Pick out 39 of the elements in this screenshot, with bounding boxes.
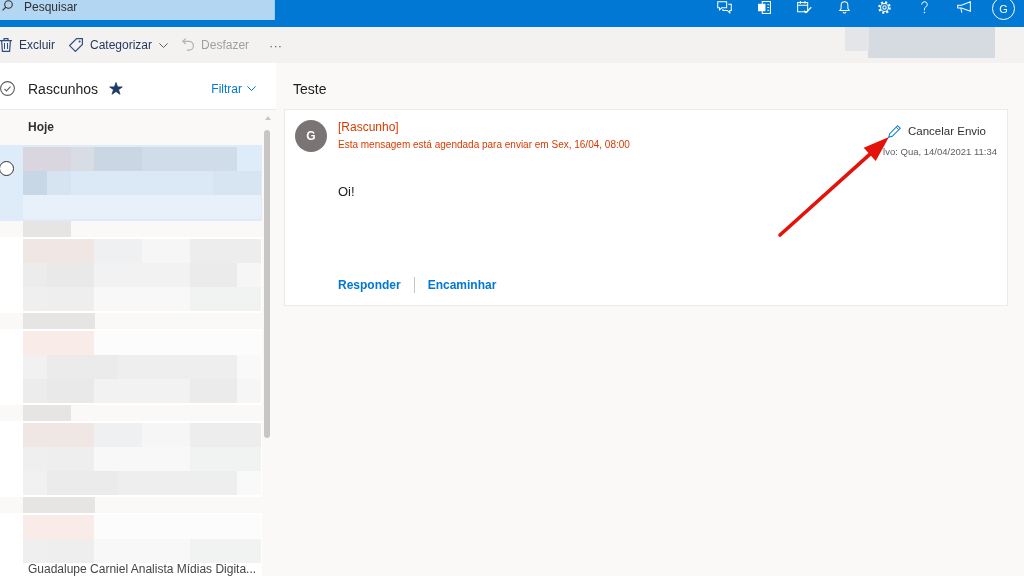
search-field[interactable]: Pesquisar	[0, 0, 275, 20]
tag-icon	[69, 38, 83, 52]
folder-title: Rascunhos	[28, 80, 99, 97]
star-icon[interactable]	[109, 82, 124, 95]
group-header: Hoje	[27, 119, 55, 136]
sender-avatar: G	[295, 120, 327, 152]
calendar-check-icon[interactable]	[796, 1, 812, 14]
cancel-send-button[interactable]: Cancelar Envio	[888, 120, 997, 142]
reply-link[interactable]: Responder	[338, 277, 401, 293]
draft-label: [Rascunho]	[338, 120, 400, 134]
check-circle-icon[interactable]	[0, 81, 15, 96]
bell-icon[interactable]	[838, 1, 850, 14]
message-row[interactable]: Guadalupe Carniel Analista Mídias Digita...	[0, 513, 262, 576]
undo-icon	[182, 38, 195, 52]
pixelated-drawing	[23, 405, 71, 421]
select-radio[interactable]	[0, 161, 14, 176]
settings-icon[interactable]	[877, 1, 891, 14]
pixelated-drawing	[23, 221, 71, 237]
forward-link[interactable]: Encaminhar	[427, 277, 497, 293]
filter-button[interactable]: Filtrar	[211, 81, 256, 96]
chat-icon[interactable]	[716, 1, 732, 14]
pencil-icon	[888, 124, 901, 138]
chevron-down-icon	[247, 86, 256, 91]
search-icon	[2, 0, 13, 11]
megaphone-icon[interactable]	[956, 1, 972, 14]
saved-date: lvo: Qua, 14/04/2021 11:34	[883, 146, 997, 158]
schedule-note: Esta mensagem está agendada para enviar em Sex, 16/04, 08:00	[338, 138, 630, 151]
delete-button[interactable]: Excluir	[0, 31, 55, 59]
message-subject: Teste	[292, 80, 328, 99]
pixelated-drawing	[23, 497, 95, 513]
notebook-icon[interactable]	[757, 1, 771, 14]
pixelated-drawing	[23, 313, 95, 329]
trash-icon	[0, 38, 12, 52]
message-preview: Guadalupe Carniel Analista Mídias Digita...	[28, 563, 258, 576]
more-button[interactable]: ···	[265, 31, 287, 59]
categorize-button[interactable]: Categorizar	[69, 31, 169, 59]
message-body: Oi!	[338, 184, 356, 200]
scrollbar-thumb[interactable]	[264, 130, 270, 438]
help-icon[interactable]	[920, 1, 928, 14]
